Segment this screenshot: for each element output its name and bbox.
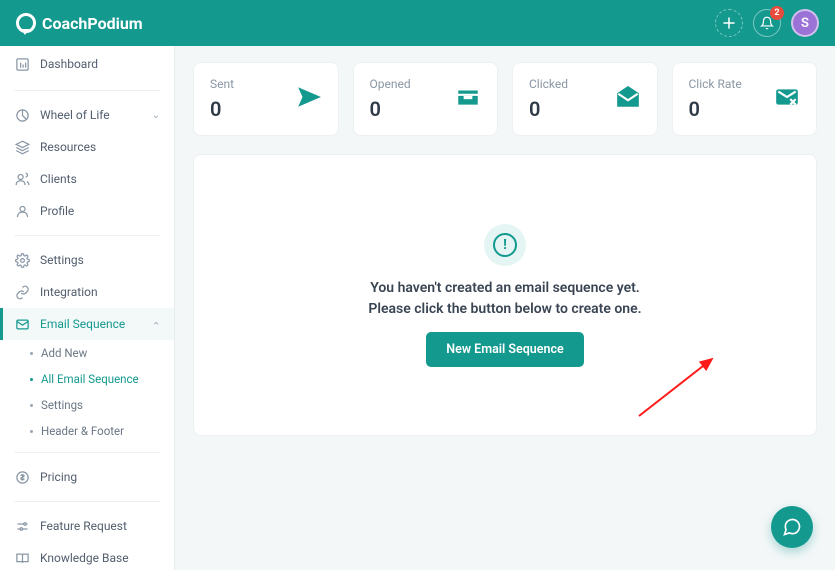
stat-card-click-rate: Click Rate 0 [672,62,818,136]
mail-icon [14,316,30,332]
avatar-button[interactable]: S [791,9,819,37]
sidebar-item-label: Dashboard [40,57,98,71]
sidebar-item-label: Clients [40,172,77,186]
dollar-icon [14,469,30,485]
users-icon [14,171,30,187]
sidebar-item-wheel-of-life[interactable]: Wheel of Life ⌄ [0,99,174,131]
empty-text-line1: You haven't created an email sequence ye… [368,278,641,299]
stat-value: 0 [210,97,234,121]
stat-value: 0 [370,97,411,121]
brand[interactable]: CoachPodium [16,13,143,33]
sidebar-item-label: Wheel of Life [40,108,110,122]
stat-value: 0 [529,97,568,121]
sub-item-label: Header & Footer [41,424,124,438]
user-icon [14,203,30,219]
sidebar-item-resources[interactable]: Resources [0,131,174,163]
sidebar-item-label: Integration [40,285,98,299]
sidebar: Dashboard Wheel of Life ⌄ Resources Clie… [0,46,175,570]
stat-label: Click Rate [689,77,742,91]
avatar-initial: S [801,16,809,31]
sidebar-item-settings[interactable]: Settings [0,244,174,276]
link-icon [14,284,30,300]
sidebar-item-label: Profile [40,204,74,218]
layers-icon [14,139,30,155]
help-chat-fab[interactable] [771,506,813,548]
stat-label: Opened [370,77,411,91]
plus-icon [723,17,735,29]
stat-card-sent: Sent 0 [193,62,339,136]
chevron-down-icon: ⌄ [152,110,160,121]
gear-icon [14,252,30,268]
sidebar-item-label: Settings [40,253,84,267]
empty-text-line2: Please click the button below to create … [368,299,641,320]
dashboard-icon [14,56,30,72]
mail-open-icon [615,84,641,114]
sub-item-label: All Email Sequence [41,372,139,386]
sliders-icon [14,518,30,534]
brand-name: CoachPodium [42,14,143,33]
sub-item-add-new[interactable]: Add New [20,340,174,366]
notif-badge: 2 [770,6,784,20]
brand-logo-icon [16,13,36,33]
new-email-sequence-button[interactable]: New Email Sequence [426,332,583,367]
alert-circle-icon: ! [484,224,526,266]
sidebar-item-label: Feature Request [40,519,127,533]
chevron-up-icon: ⌄ [152,319,160,330]
sub-item-settings[interactable]: Settings [20,392,174,418]
sub-item-label: Add New [41,346,87,360]
sub-item-label: Settings [41,398,83,412]
book-icon [14,550,30,566]
add-button[interactable] [715,9,743,37]
annotation-arrow-icon [634,351,724,421]
sidebar-item-knowledge-base[interactable]: Knowledge Base [0,542,174,570]
sidebar-item-clients[interactable]: Clients [0,163,174,195]
mail-x-icon [774,84,800,114]
sidebar-item-label: Email Sequence [40,317,125,331]
sidebar-item-email-sequence[interactable]: Email Sequence ⌄ [0,308,174,340]
sidebar-item-pricing[interactable]: Pricing [0,461,174,493]
pie-icon [14,107,30,123]
sidebar-item-label: Resources [40,140,96,154]
sidebar-item-label: Knowledge Base [40,551,129,565]
sidebar-item-dashboard[interactable]: Dashboard [0,46,174,82]
sidebar-item-integration[interactable]: Integration [0,276,174,308]
inbox-icon [455,84,481,114]
stat-value: 0 [689,97,742,121]
chat-icon [782,517,802,537]
stat-card-opened: Opened 0 [353,62,499,136]
sub-item-header-footer[interactable]: Header & Footer [20,418,174,444]
empty-state-card: ! You haven't created an email sequence … [193,154,817,436]
notifications-button[interactable]: 2 [753,9,781,37]
sub-item-all-email-sequence[interactable]: All Email Sequence [20,366,174,392]
stat-label: Sent [210,77,234,91]
paper-plane-icon [296,84,322,114]
stat-label: Clicked [529,77,568,91]
sidebar-item-label: Pricing [40,470,77,484]
sidebar-item-feature-request[interactable]: Feature Request [0,510,174,542]
sidebar-item-profile[interactable]: Profile [0,195,174,227]
stat-card-clicked: Clicked 0 [512,62,658,136]
